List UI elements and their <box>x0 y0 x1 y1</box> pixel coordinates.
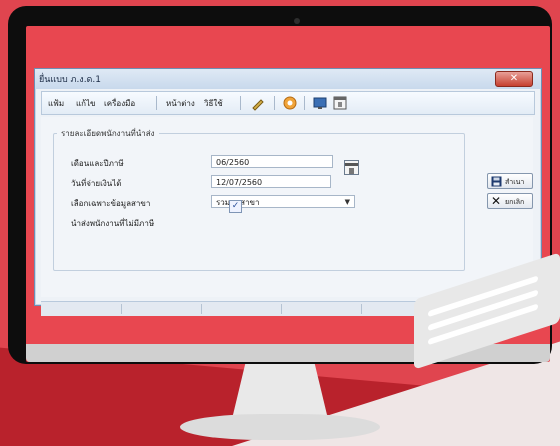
status-divider <box>281 304 282 314</box>
include-no-tax-label: นำส่งพนักงานที่ไม่มีภาษี <box>71 219 155 228</box>
close-icon: ✕ <box>509 73 519 84</box>
checkmark-icon: ✓ <box>231 201 240 211</box>
month-year-label: เดือนและปีภาษี <box>71 159 124 168</box>
camera-icon <box>294 18 300 24</box>
cancel-label: ยกเลิก <box>505 198 525 206</box>
status-divider <box>361 304 362 314</box>
close-button[interactable]: ✕ <box>495 71 533 87</box>
dialog-window: ยื่นแบบ ภ.ง.ด.1 ✕ แฟ้ม แก้ไข เครื่องมือ … <box>34 68 542 316</box>
save-button[interactable]: สำเนา <box>487 173 533 189</box>
group-title: รายละเอียดพนักงานที่นำส่ง <box>57 127 159 140</box>
calendar-icon[interactable] <box>332 95 348 111</box>
form-panel: รายละเอียดพนักงานที่นำส่ง เดือนและปีภาษี… <box>41 117 533 297</box>
monitor-icon[interactable] <box>312 95 328 111</box>
monitor-base <box>180 414 380 440</box>
pay-date-field[interactable]: 12/07/2560 <box>211 175 331 188</box>
close-icon: ✕ <box>491 194 502 208</box>
menu-help[interactable]: วิธีใช้ <box>204 97 223 110</box>
menu-separator <box>156 96 157 110</box>
window-title: ยื่นแบบ ภ.ง.ด.1 <box>39 75 101 85</box>
menu-tools[interactable]: เครื่องมือ <box>104 97 135 110</box>
toolbar-separator <box>304 96 305 110</box>
status-divider <box>121 304 122 314</box>
title-bar: ยื่นแบบ ภ.ง.ด.1 ✕ <box>35 69 541 89</box>
menu-file[interactable]: แฟ้ม <box>48 97 64 110</box>
save-label: สำเนา <box>505 178 525 186</box>
month-year-field[interactable]: 06/2560 <box>211 155 333 168</box>
toolbar-separator <box>240 96 241 110</box>
calendar-picker-icon[interactable] <box>344 160 359 175</box>
toolbar-separator <box>274 96 275 110</box>
menu-bar: แฟ้ม แก้ไข เครื่องมือ หน้าต่าง วิธีใช้ <box>41 91 535 115</box>
pay-date-label: วันที่จ่ายเงินได้ <box>71 179 122 188</box>
branch-label: เลือกเฉพาะข้อมูลสาขา <box>71 199 151 208</box>
floppy-disk-icon <box>491 176 502 187</box>
gear-icon[interactable] <box>282 95 298 111</box>
include-no-tax-checkbox[interactable]: ✓ <box>229 200 242 213</box>
chevron-down-icon: ▼ <box>344 198 350 206</box>
monitor-stand <box>232 363 328 419</box>
cancel-button[interactable]: ✕ ยกเลิก <box>487 193 533 209</box>
pencil-icon[interactable] <box>250 95 266 111</box>
status-divider <box>201 304 202 314</box>
menu-edit[interactable]: แก้ไข <box>76 97 96 110</box>
menu-window[interactable]: หน้าต่าง <box>166 97 195 110</box>
